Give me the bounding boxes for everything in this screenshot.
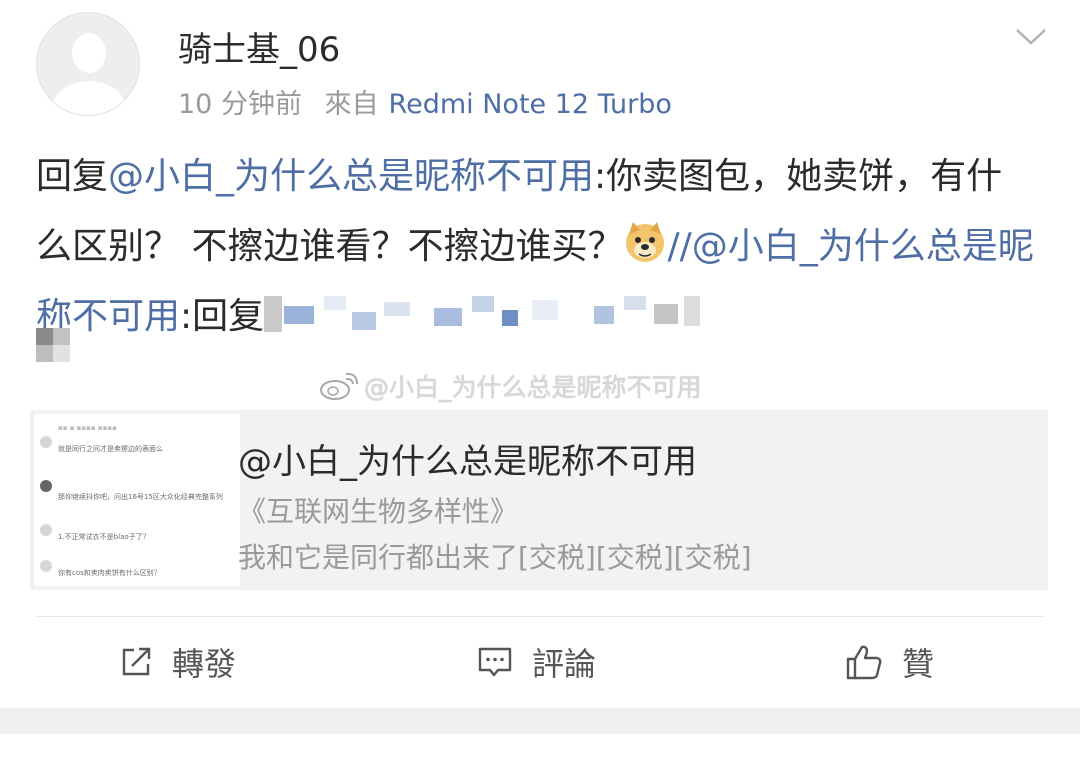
thumb-row: 你有cos和卖肉卖饼有什么区别？ <box>58 569 161 577</box>
share-icon <box>122 647 151 676</box>
repost-separator: // <box>667 226 692 267</box>
device-name[interactable]: Redmi Note 12 Turbo <box>389 89 672 120</box>
weibo-logo-icon <box>320 373 358 400</box>
pixelated-mosaic <box>264 296 704 332</box>
repost-button[interactable]: 轉發 <box>118 634 236 690</box>
card-title: @小白_为什么总是昵称不可用 <box>238 442 697 482</box>
like-button[interactable]: 贊 <box>844 634 934 690</box>
post-meta: 10 分钟前 來自 Redmi Note 12 Turbo <box>178 82 672 121</box>
post-text: 回复@小白_为什么总是昵称不可用:你卖图包，她卖饼，有什么区别？ 不擦边谁看？不… <box>36 142 1036 352</box>
thumb-avatar <box>40 480 52 492</box>
thumb-row: 就是同行之间才是卖擦边的表面么 <box>58 445 163 453</box>
card-excerpt: 我和它是同行都出来了[交税][交税][交税] <box>238 541 752 574</box>
chevron-down-icon[interactable] <box>1014 26 1048 48</box>
weibo-watermark: @小白_为什么总是昵称不可用 <box>318 368 702 404</box>
username[interactable]: 骑士基_06 <box>178 22 340 71</box>
divider <box>36 616 1044 617</box>
avatar-body-shape <box>51 81 127 115</box>
pixelated-mosaic-2 <box>36 328 70 362</box>
watermark-text: @小白_为什么总是昵称不可用 <box>364 373 702 402</box>
thumbs-up-icon <box>846 645 882 680</box>
card-subtitle: 《互联网生物多样性》 <box>238 495 519 528</box>
like-label: 贊 <box>902 645 935 683</box>
source-prefix: 來自 <box>324 89 379 120</box>
comment-label: 評論 <box>532 645 597 683</box>
comment-icon <box>478 647 512 677</box>
card-thumbnail: ▪▪ ▪ ▪▪▪▪ ▪▪▪▪ 就是同行之间才是卖擦边的表面么 那你继续抖你吧，问… <box>34 414 240 586</box>
repost-card[interactable]: ▪▪ ▪ ▪▪▪▪ ▪▪▪▪ 就是同行之间才是卖擦边的表面么 那你继续抖你吧，问… <box>30 410 1048 590</box>
reply-prefix: 回复 <box>36 156 109 197</box>
thumb-row: 那你继续抖你吧，问出16号15区大众化经典完整系列 <box>58 493 223 501</box>
thumb-meta: ▪▪ ▪ ▪▪▪▪ ▪▪▪▪ <box>58 424 117 432</box>
doge-emoji-icon <box>626 222 665 262</box>
post-time: 10 分钟前 <box>178 89 302 120</box>
thumb-avatar <box>40 524 52 536</box>
mention-link[interactable]: @小白_为什么总是昵称不可用 <box>108 156 594 197</box>
feed-separator <box>0 708 1080 734</box>
thumb-row: 1.不正常试衣不是blao子了？ <box>58 533 150 541</box>
thumb-avatar <box>40 436 52 448</box>
repost-label: 轉發 <box>172 645 237 683</box>
post-body-2: :回复 <box>180 296 265 337</box>
avatar-head-shape <box>72 33 106 73</box>
thumb-avatar <box>40 560 52 572</box>
avatar[interactable] <box>36 12 140 116</box>
comment-button[interactable]: 評論 <box>476 634 596 690</box>
